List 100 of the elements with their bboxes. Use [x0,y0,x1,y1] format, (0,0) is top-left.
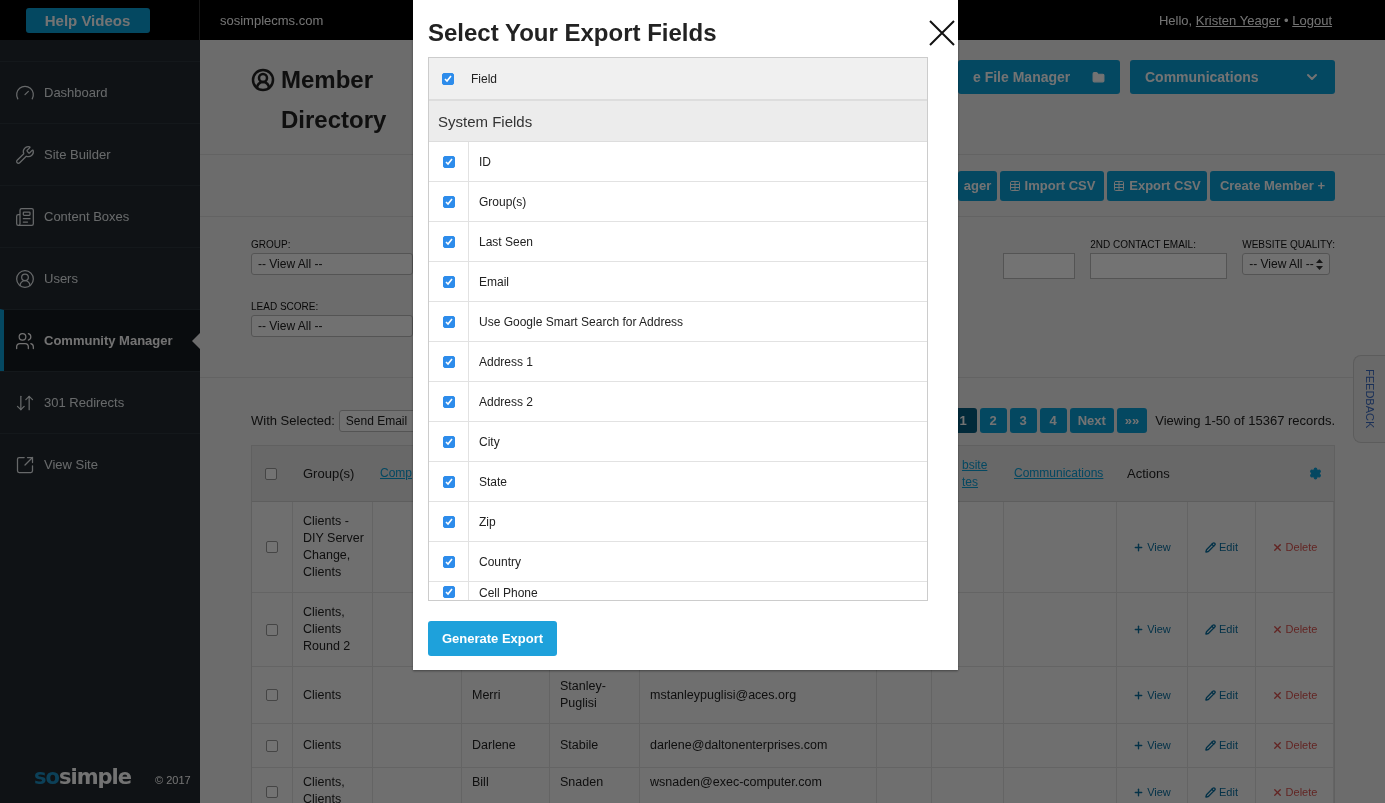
checkbox[interactable] [266,623,278,636]
toolbar-button[interactable]: Import CSV [1000,170,1104,201]
edit-link[interactable]: Edit [1205,686,1238,704]
page-button[interactable]: 2 [979,408,1007,433]
pencil-icon [1205,740,1216,751]
toolbar-button[interactable]: Create Member + [1210,170,1335,201]
plus-icon [1133,787,1145,798]
checkbox[interactable] [266,786,278,798]
delete-link[interactable]: Delete [1271,538,1318,556]
plus-icon [1133,624,1145,635]
bulk-label: With Selected: [251,413,335,428]
plus-icon [1133,689,1145,701]
column-header-link[interactable]: Comp [380,465,412,482]
filter-select[interactable]: -- View All -- [251,253,413,275]
copyright: © 2017 [155,774,191,786]
delete-link[interactable]: Delete [1271,737,1318,754]
field-label: Group(s) [479,194,527,209]
x-icon [1271,787,1283,798]
sidebar-item[interactable]: Dashboard [0,61,200,123]
table-cell: mstanleypuglisi@aces.org [650,686,797,704]
sidebar-item[interactable]: 301 Redirects [0,371,200,433]
list-header: Field [471,71,497,86]
dialog-title: Select Your Export Fields [428,18,717,47]
column-header-link[interactable]: bsite tes [962,456,992,491]
checkbox[interactable] [442,395,455,408]
pencil-icon [1205,689,1216,701]
table-cell: Stabile [560,737,599,754]
edit-link[interactable]: Edit [1205,737,1238,754]
sidebar-item[interactable]: Site Builder [0,123,200,185]
checkbox[interactable] [442,475,455,488]
view-link[interactable]: View [1133,737,1171,754]
generate-export-button[interactable]: Generate Export [428,621,557,656]
checkbox[interactable] [266,541,278,553]
checkbox[interactable] [442,315,455,328]
sidebar-item[interactable]: Content Boxes [0,185,200,247]
page-nav-button[interactable]: »» [1116,408,1148,433]
logo: sosimple [34,765,131,789]
column-header: Group(s) [303,466,355,481]
view-link[interactable]: View [1133,784,1171,801]
filter-input[interactable] [1003,253,1076,279]
filter-select[interactable]: -- View All -- [251,315,413,337]
edit-link[interactable]: Edit [1205,538,1238,556]
site-name: sosimplecms.com [220,12,324,28]
x-icon [1271,689,1283,701]
help-videos-button[interactable]: Help Videos [25,7,150,33]
view-link[interactable]: View [1133,686,1171,704]
wrench-icon [15,144,35,165]
sidebar-item[interactable]: Community Manager [0,309,200,371]
field-label: Zip [479,514,496,529]
table-cell: Clients [303,737,342,754]
column-header: Actions [1127,466,1170,481]
table-icon [1008,179,1021,192]
user-link[interactable]: Kristen Yeager [1195,12,1281,28]
page-button[interactable]: 4 [1039,408,1067,433]
checkbox[interactable] [442,515,455,528]
checkbox[interactable] [442,195,455,208]
greeting: Hello, Kristen Yeager • Logout [1158,12,1332,28]
checkbox[interactable] [442,155,455,168]
page-title: Member Directory [281,65,388,135]
filter-select[interactable]: -- View All -- [1242,253,1331,275]
delete-link[interactable]: Delete [1271,686,1318,704]
toolbar-button[interactable]: Export CSV [1107,170,1207,201]
checkbox[interactable] [442,435,455,448]
delete-link[interactable]: Delete [1271,621,1318,638]
column-header-link[interactable]: Communications [1014,465,1104,482]
user-circle-icon [15,268,35,289]
logout-link[interactable]: Logout [1292,12,1332,28]
toolbar-button[interactable]: ager [958,170,997,201]
records-count: Viewing 1-50 of 15367 records. [1155,413,1335,428]
checkbox[interactable] [442,555,455,568]
view-link[interactable]: View [1133,538,1171,556]
close-button[interactable] [929,19,955,46]
x-icon [1271,624,1283,635]
field-label: ID [479,154,491,169]
edit-link[interactable]: Edit [1205,784,1238,801]
settings-icon[interactable] [1309,467,1322,480]
header-button[interactable]: e File Manager [958,60,1120,94]
delete-link[interactable]: Delete [1271,784,1318,801]
plus-icon [1133,740,1145,751]
table-cell: Bill [472,774,489,791]
checkbox[interactable] [442,275,455,288]
table-cell-text: Stanley-Puglisi [560,678,607,712]
sidebar-item[interactable]: View Site [0,433,200,495]
checkbox[interactable] [442,586,455,598]
filter-input[interactable] [1090,253,1228,279]
edit-link[interactable]: Edit [1205,621,1238,638]
table-cell: wsnaden@exec-computer.com [650,774,822,791]
checkbox[interactable] [266,689,278,701]
checkbox[interactable] [442,72,454,85]
checkbox[interactable] [442,235,455,248]
checkbox[interactable] [265,467,277,480]
feedback-tab[interactable]: FEEDBACK [1353,355,1385,443]
view-link[interactable]: View [1133,621,1171,638]
header-button[interactable]: Communications [1130,60,1335,94]
external-link-icon [15,454,35,475]
table-cell-text: Clients, Clients Round 2 [303,604,352,655]
page-button[interactable]: 3 [1009,408,1037,433]
checkbox[interactable] [442,355,455,368]
page-nav-button[interactable]: Next [1069,408,1114,433]
checkbox[interactable] [266,739,278,752]
